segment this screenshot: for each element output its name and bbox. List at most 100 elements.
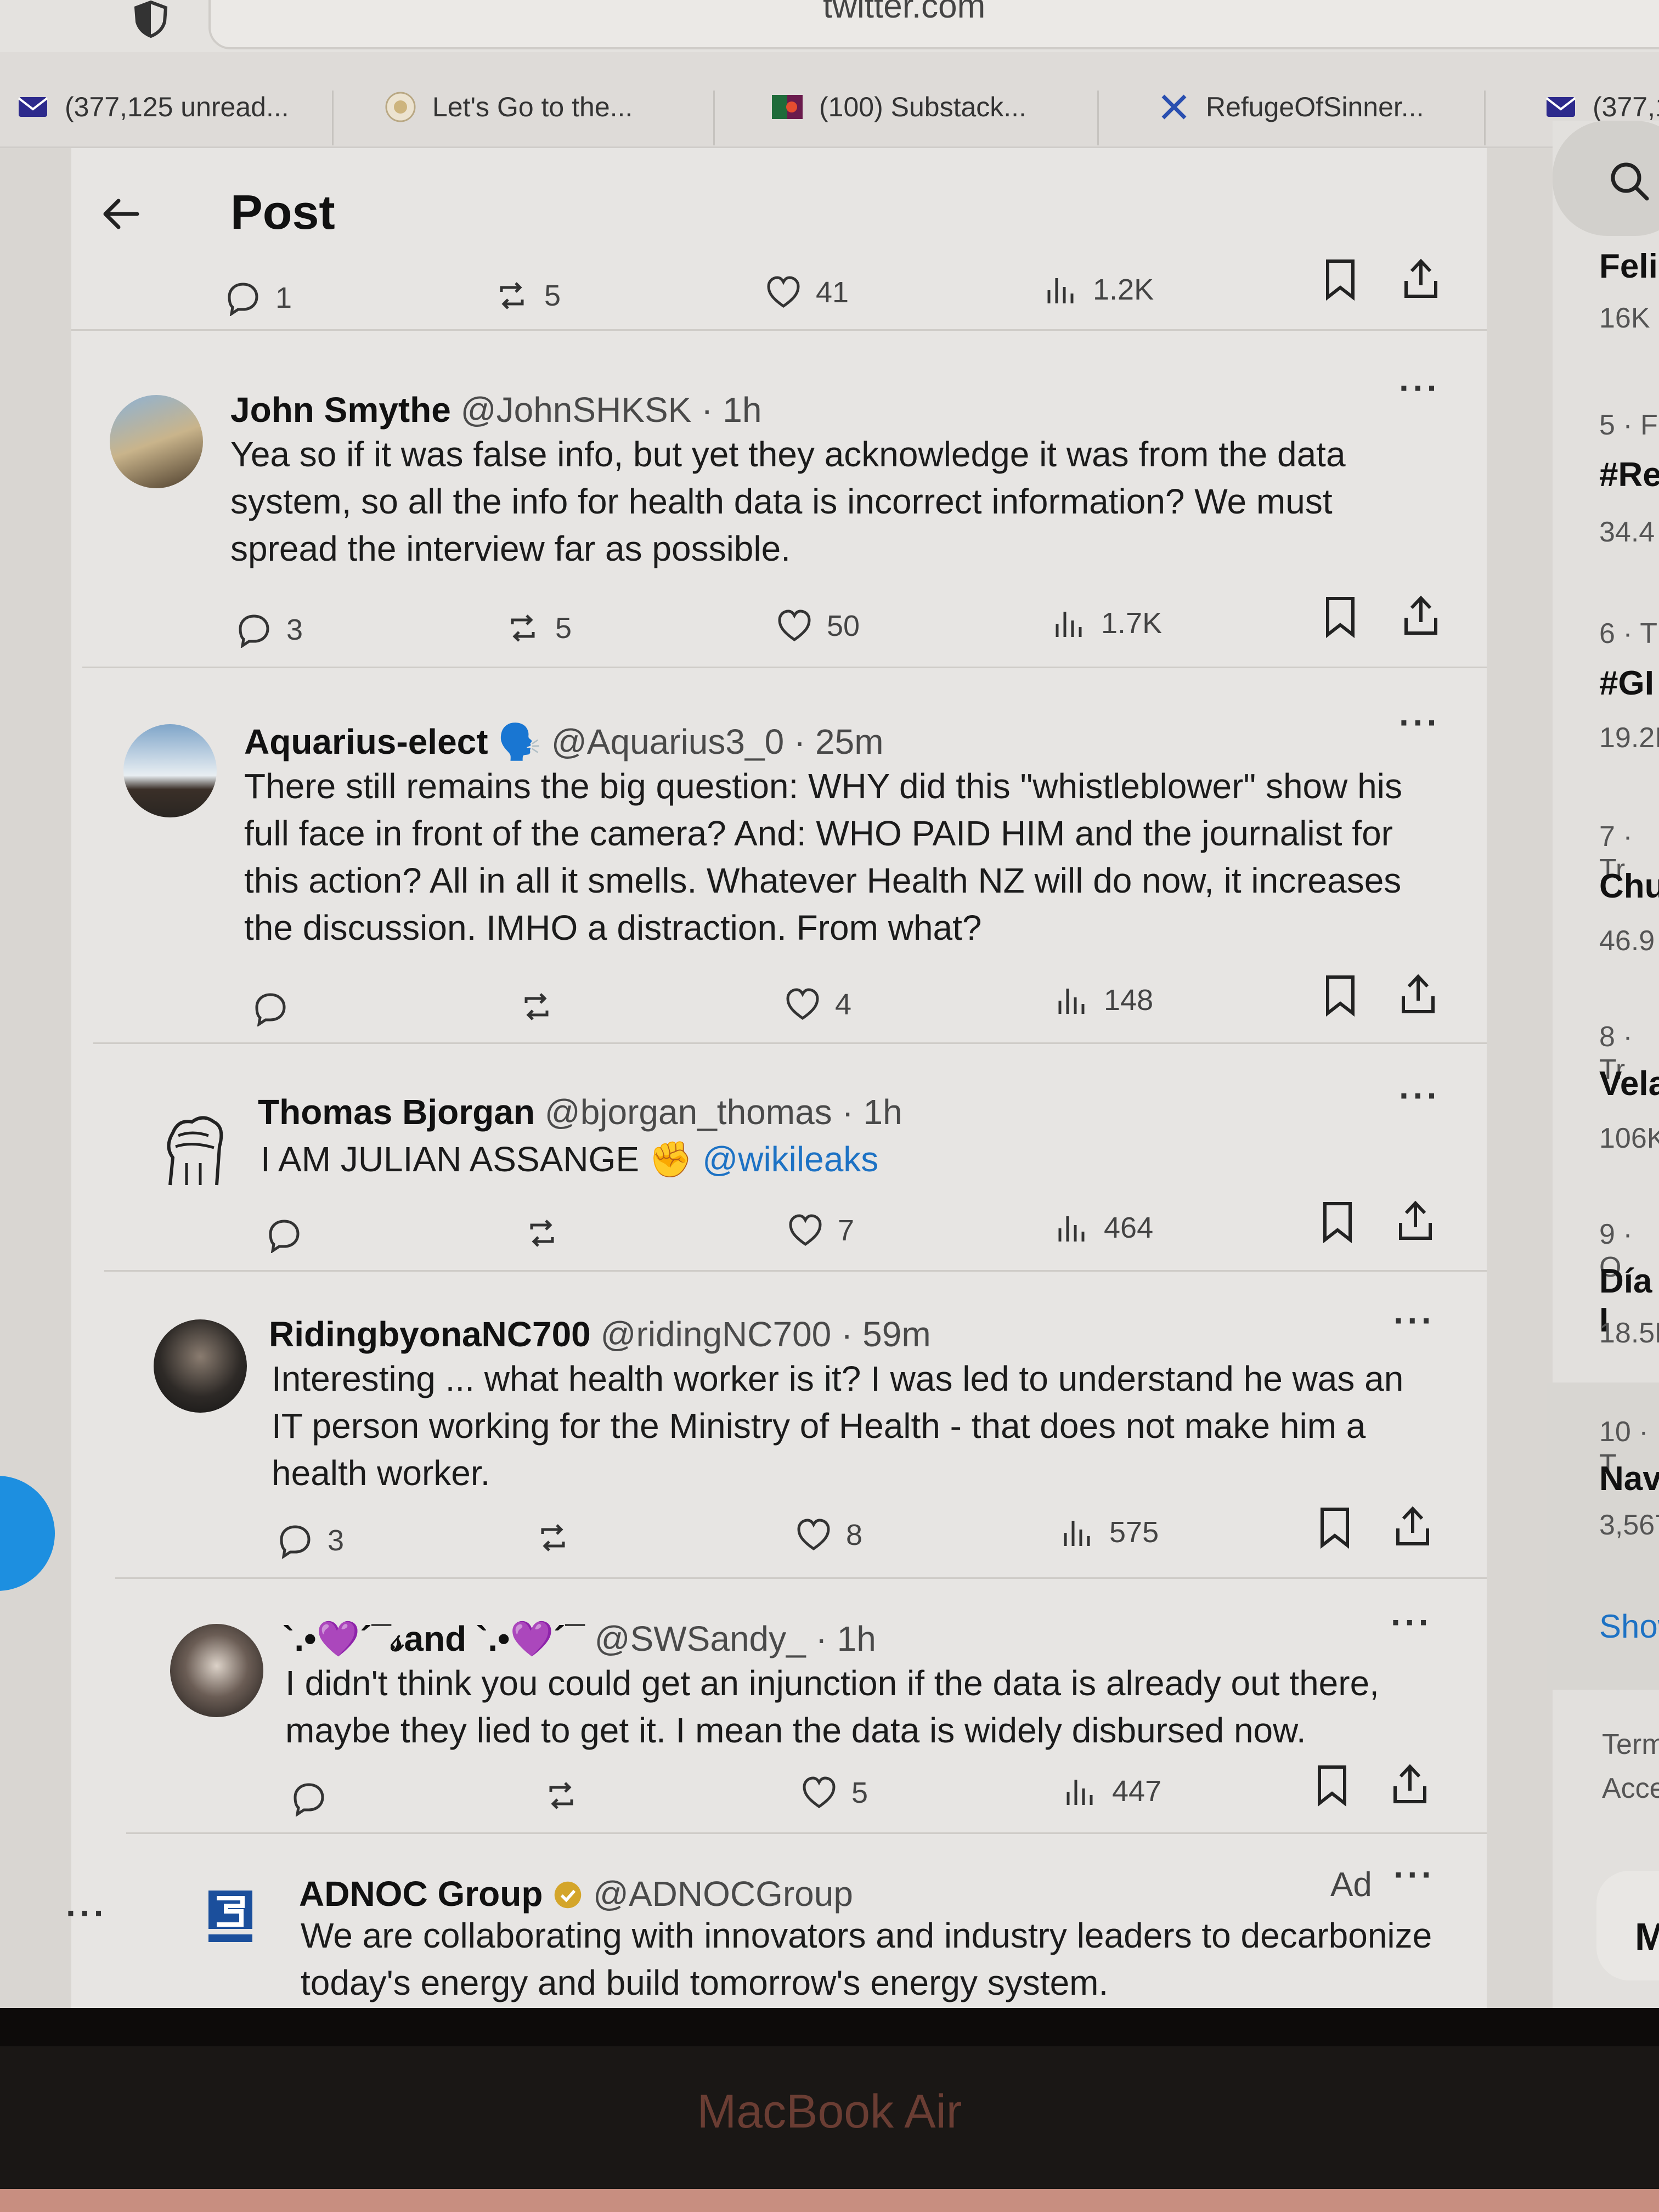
trend-title[interactable]: #Re [1599,455,1659,494]
bookmark-icon[interactable] [1314,1764,1350,1810]
bookmark-icon[interactable] [1319,1200,1356,1247]
mention-link[interactable]: @wikileaks [702,1139,878,1179]
post-time[interactable]: · 25m [794,722,884,761]
repost-button[interactable] [524,1215,560,1251]
repost-button[interactable] [535,1520,571,1556]
share-icon[interactable] [1393,1504,1432,1551]
search-icon[interactable] [1607,159,1651,206]
back-arrow-icon[interactable] [99,192,143,239]
heart-icon [803,1776,836,1809]
author-name[interactable]: John Smythe [230,390,451,430]
share-icon[interactable] [1402,257,1440,303]
author-name[interactable]: `.•💜´¯𝓈and `.•💜´¯ [283,1619,585,1658]
like-button[interactable]: 7 [787,1212,854,1249]
views-button[interactable]: 575 [1059,1514,1159,1550]
share-icon[interactable] [1396,1199,1435,1245]
repost-icon [549,1782,573,1809]
post-time[interactable]: · 1h [816,1619,876,1658]
reply-text: Interesting ... what health worker is it… [272,1359,1404,1493]
more-menu-icon[interactable]: ··· [66,1893,108,1933]
reply-button[interactable]: 1 [225,280,292,316]
accessibility-link[interactable]: Acces [1602,1772,1659,1805]
repost-icon [524,993,549,1020]
views-icon [1058,1216,1085,1242]
compose-button[interactable] [0,1476,55,1591]
tab-lets-go[interactable]: Let's Go to the... [384,74,633,140]
ad-author-name[interactable]: ADNOC Group [299,1874,543,1914]
repost-button[interactable]: 5 [505,610,572,646]
author-handle[interactable]: @ridingNC700 [601,1314,832,1354]
shield-icon[interactable] [132,0,170,38]
tab-twitter[interactable]: RefugeOfSinner... [1158,74,1424,140]
reply-header: Thomas Bjorgan @bjorgan_thomas · 1h [258,1092,902,1132]
like-button[interactable]: 50 [776,608,860,644]
views-button[interactable]: 464 [1053,1210,1153,1246]
more-options-icon[interactable]: ··· [1399,702,1441,743]
reply-header: `.•💜´¯𝓈and `.•💜´¯ @SWSandy_ · 1h [283,1618,876,1660]
laptop-base [0,2189,1659,2212]
author-name[interactable]: Thomas Bjorgan [258,1092,535,1132]
repost-button[interactable] [543,1778,579,1814]
author-handle[interactable]: @Aquarius3_0 [551,722,784,761]
tab-substack[interactable]: (100) Substack... [771,74,1026,140]
author-name[interactable]: Aquarius-elect 🗣️ [244,722,541,761]
terms-link[interactable]: Terms [1602,1728,1659,1761]
reply-button[interactable] [266,1217,302,1253]
post-time[interactable]: · 59m [841,1314,931,1354]
repost-button[interactable]: 5 [494,278,561,314]
post-time[interactable]: · 1h [701,390,761,430]
reply-button[interactable]: 3 [277,1522,344,1559]
trend-count: 19.2I [1599,722,1659,754]
bookmark-icon[interactable] [1322,974,1358,1020]
bookmark-icon[interactable] [1317,1506,1353,1553]
like-button[interactable]: 4 [785,986,851,1023]
like-button[interactable]: 8 [795,1517,862,1553]
avatar[interactable] [154,1319,247,1413]
more-options-icon[interactable]: ··· [1399,368,1441,408]
trend-title[interactable]: #GI [1599,664,1654,703]
like-button[interactable]: 5 [801,1775,868,1811]
bookmark-icon[interactable] [1322,258,1358,304]
trend-title[interactable]: Nava [1599,1459,1659,1498]
more-options-icon[interactable]: ··· [1393,1854,1435,1895]
ad-author-handle[interactable]: @ADNOCGroup [593,1874,853,1914]
author-handle[interactable]: @JohnSHKSK [461,390,692,430]
trends-sidebar: Feli 16K 5 · F #Re 34.4 6 · T #GI 19.2I … [1547,121,1659,2013]
avatar[interactable] [170,1624,263,1717]
like-button[interactable]: 41 [765,274,849,311]
adnoc-logo-icon[interactable] [203,1887,258,1950]
reply-text: I AM JULIAN ASSANGE ✊ @wikileaks [261,1139,879,1179]
more-options-icon[interactable]: ··· [1393,1300,1435,1341]
raised-fist-avatar[interactable] [148,1103,241,1196]
macbook-label: MacBook Air [697,2085,962,2138]
more-options-icon[interactable]: ··· [1391,1602,1432,1643]
views-button[interactable]: 447 [1062,1773,1161,1809]
author-name[interactable]: RidingbyonaNC700 [269,1314,591,1354]
show-more-link[interactable]: Show [1599,1607,1659,1645]
tab-mail[interactable]: (377,125 unread... [16,74,289,140]
reply-button[interactable] [252,990,289,1026]
views-button[interactable]: 1.2K [1042,272,1154,308]
reply-button[interactable] [291,1780,327,1816]
bookmark-icon[interactable] [1322,595,1358,642]
trend-title[interactable]: Feli [1599,247,1658,286]
avatar[interactable] [123,724,217,817]
reply-text: Yea so if it was false info, but yet the… [230,435,1346,568]
views-button[interactable]: 1.7K [1051,605,1162,641]
trend-title[interactable]: Vela [1599,1064,1659,1103]
share-icon[interactable] [1402,594,1440,640]
post-time[interactable]: · 1h [842,1092,902,1132]
reply-header: John Smythe @JohnSHKSK · 1h [230,390,761,430]
more-options-icon[interactable]: ··· [1399,1075,1441,1116]
author-handle[interactable]: @SWSandy_ [595,1619,806,1658]
repost-button[interactable] [518,989,555,1025]
reply-button[interactable]: 3 [236,612,303,648]
tab-label: Let's Go to the... [432,92,633,122]
share-icon[interactable] [1391,1762,1429,1809]
author-handle[interactable]: @bjorgan_thomas [545,1092,832,1132]
share-icon[interactable] [1399,972,1437,1019]
avatar[interactable] [110,395,203,488]
substack-icon [771,91,804,123]
trend-title[interactable]: Chu [1599,867,1659,906]
views-button[interactable]: 148 [1053,982,1153,1018]
